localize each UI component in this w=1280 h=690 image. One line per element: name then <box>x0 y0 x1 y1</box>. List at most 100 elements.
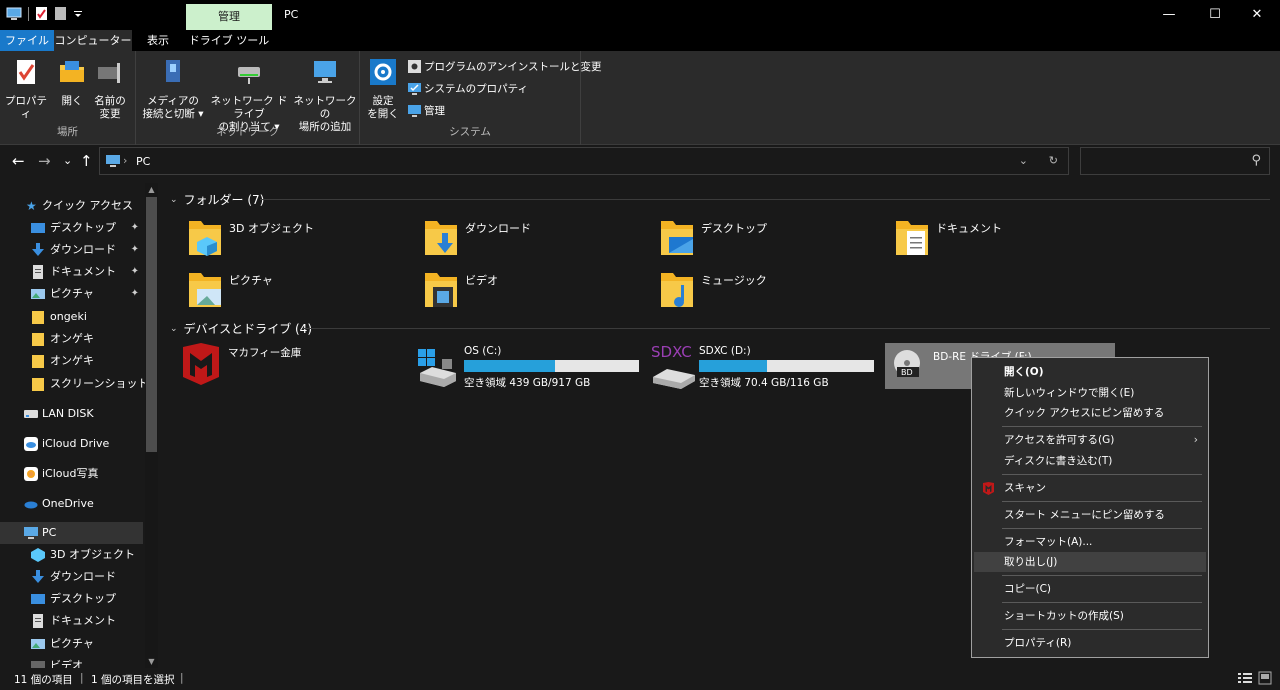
sidebar-item-documents[interactable]: ドキュメント ✦ <box>0 261 143 283</box>
open-settings-button[interactable]: 設定 を開く <box>366 57 400 121</box>
documents-folder-icon <box>896 221 928 255</box>
folder-downloads[interactable]: ダウンロード <box>421 217 651 263</box>
uninstall-programs-button[interactable]: プログラムのアンインストールと変更 <box>408 59 602 74</box>
open-label: 開く <box>61 95 83 107</box>
address-bar[interactable]: › PC ⌄ ↻ <box>99 147 1069 175</box>
sidebar-item-pc-3d-objects[interactable]: 3D オブジェクト <box>0 544 143 566</box>
menu-format[interactable]: フォーマット(A)... <box>974 532 1206 552</box>
sidebar-item-pc-downloads[interactable]: ダウンロード <box>0 566 143 588</box>
ribbon-group-location: プロパティ 開く 名前の 変更 場所 <box>0 51 136 145</box>
breadcrumb-pc[interactable]: PC <box>136 155 150 168</box>
menu-pin-quick-access[interactable]: クイック アクセスにピン留めする <box>974 403 1206 423</box>
properties-button[interactable]: プロパティ <box>4 57 48 121</box>
new-folder-icon[interactable] <box>54 6 67 21</box>
sidebar-item-desktop[interactable]: デスクトップ ✦ <box>0 217 143 239</box>
folder-label: 3D オブジェクト <box>229 222 314 235</box>
properties-icon[interactable] <box>35 6 48 21</box>
menu-create-shortcut[interactable]: ショートカットの作成(S) <box>974 606 1206 626</box>
sidebar-item-ongeki-jp-1[interactable]: オンゲキ <box>0 328 143 350</box>
folders-header-label: フォルダー (7) <box>183 193 265 207</box>
folders-group-header[interactable]: ⌄ フォルダー (7) <box>170 191 264 208</box>
menu-properties[interactable]: プロパティ(R) <box>974 633 1206 653</box>
back-button[interactable]: ← <box>12 152 25 170</box>
sidebar-item-pc-pictures[interactable]: ピクチャ <box>0 633 143 655</box>
section-divider <box>303 328 1270 329</box>
folder-3d-objects[interactable]: 3D オブジェクト <box>185 217 415 263</box>
tab-file[interactable]: ファイル <box>0 30 54 51</box>
recent-locations-button[interactable]: ⌄ <box>63 154 72 167</box>
scroll-up-arrow[interactable]: ▲ <box>146 185 157 194</box>
minimize-button[interactable]: — <box>1146 0 1192 30</box>
sidebar-item-ongeki-jp-2[interactable]: オンゲキ <box>0 350 143 372</box>
drive-free-space: 空き領域 70.4 GB/116 GB <box>699 377 829 389</box>
context-tab-manage[interactable]: 管理 <box>186 4 272 30</box>
video-icon <box>31 661 45 668</box>
tab-computer[interactable]: コンピューター <box>54 30 132 51</box>
sidebar-item-pc-documents[interactable]: ドキュメント <box>0 610 143 632</box>
sidebar-item-icloud-photos[interactable]: iCloud写真 <box>0 463 143 485</box>
folder-pictures[interactable]: ピクチャ <box>185 269 415 315</box>
sidebar-item-icloud-drive[interactable]: iCloud Drive <box>0 433 143 455</box>
menu-open[interactable]: 開く(O) <box>974 362 1206 382</box>
sidebar-item-screenshots[interactable]: スクリーンショット <box>0 373 148 395</box>
menu-scan[interactable]: スキャン <box>974 478 1206 498</box>
maximize-button[interactable]: ☐ <box>1192 0 1238 30</box>
customize-toolbar-icon[interactable] <box>73 9 83 19</box>
folder-videos[interactable]: ビデオ <box>421 269 651 315</box>
breadcrumb-separator[interactable]: › <box>123 154 127 167</box>
folder-music[interactable]: ミュージック <box>657 269 887 315</box>
sidebar-item-downloads[interactable]: ダウンロード ✦ <box>0 239 143 261</box>
menu-open-new-window[interactable]: 新しいウィンドウで開く(E) <box>974 383 1206 403</box>
menu-pin-start[interactable]: スタート メニューにピン留めする <box>974 505 1206 525</box>
menu-burn-to-disc[interactable]: ディスクに書き込む(T) <box>974 451 1206 471</box>
uninstall-label: プログラムのアンインストールと変更 <box>424 61 602 73</box>
status-separator: | <box>180 672 184 684</box>
open-button[interactable]: 開く <box>54 57 90 108</box>
close-button[interactable]: ✕ <box>1234 0 1280 30</box>
sidebar-item-quick-access[interactable]: ★ クイック アクセス <box>0 195 143 217</box>
ribbon: プロパティ 開く 名前の 変更 場所 メディアの 接続と切断 ▾ ネットワーク … <box>0 51 1280 145</box>
ribbon-tabs: ファイル コンピューター 表示 ドライブ ツール ⌃ ? <box>0 30 1280 78</box>
system-properties-button[interactable]: システムのプロパティ <box>408 81 528 96</box>
forward-button[interactable]: → <box>38 152 51 170</box>
sidebar-item-pc-desktop[interactable]: デスクトップ <box>0 588 143 610</box>
mcafee-vault[interactable]: マカフィー金庫 <box>180 343 408 389</box>
menu-copy[interactable]: コピー(C) <box>974 579 1206 599</box>
devices-group-header[interactable]: ⌄ デバイスとドライブ (4) <box>170 320 312 337</box>
sidebar-item-pictures[interactable]: ピクチャ ✦ <box>0 283 143 305</box>
folder-documents[interactable]: ドキュメント <box>892 217 1122 263</box>
sidebar-item-onedrive[interactable]: OneDrive <box>0 493 143 515</box>
context-menu: 開く(O) 新しいウィンドウで開く(E) クイック アクセスにピン留めする アク… <box>971 357 1209 658</box>
manage-button[interactable]: 管理 <box>408 103 445 118</box>
search-input[interactable]: ⚲ <box>1080 147 1270 175</box>
menu-separator <box>1002 575 1202 576</box>
sidebar-item-label: ダウンロード <box>50 243 116 256</box>
drive-c[interactable]: OS (C:) 空き領域 439 GB/917 GB <box>416 343 644 389</box>
media-label-1: メディアの <box>147 95 199 107</box>
menu-eject[interactable]: 取り出し(J) <box>974 552 1206 572</box>
address-dropdown-button[interactable]: ⌄ <box>1019 154 1028 167</box>
media-connect-button[interactable]: メディアの 接続と切断 ▾ <box>142 57 204 121</box>
pin-icon: ✦ <box>130 244 139 255</box>
large-icons-view-icon[interactable] <box>1258 671 1272 688</box>
add-network-location-button[interactable]: ネットワークの 場所の追加 <box>292 57 358 134</box>
pc-icon[interactable] <box>6 7 22 21</box>
menu-give-access[interactable]: アクセスを許可する(G) › <box>974 430 1206 450</box>
scroll-down-arrow[interactable]: ▼ <box>146 657 157 666</box>
sidebar-item-label: オンゲキ <box>50 354 94 367</box>
scroll-thumb[interactable] <box>146 197 157 452</box>
rename-button[interactable]: 名前の 変更 <box>92 57 128 121</box>
sidebar-scrollbar[interactable]: ▲ ▼ <box>145 183 158 668</box>
drive-d[interactable]: SDXC SDXC (D:) 空き領域 70.4 GB/116 GB <box>651 343 879 389</box>
details-view-icon[interactable] <box>1238 671 1252 688</box>
folder-desktop[interactable]: デスクトップ <box>657 217 887 263</box>
refresh-button[interactable]: ↻ <box>1049 154 1058 167</box>
star-icon: ★ <box>26 199 37 213</box>
up-button[interactable]: ↑ <box>80 152 93 170</box>
sidebar-item-ongeki[interactable]: ongeki <box>0 306 143 328</box>
tab-view[interactable]: 表示 <box>135 30 181 51</box>
sidebar-item-pc-videos[interactable]: ビデオ <box>0 655 143 668</box>
sidebar-item-pc[interactable]: PC <box>0 522 143 544</box>
map-network-drive-button[interactable]: ネットワーク ドライブ の割り当て ▾ <box>206 57 292 134</box>
sidebar-item-lan-disk[interactable]: LAN DISK <box>0 403 143 425</box>
